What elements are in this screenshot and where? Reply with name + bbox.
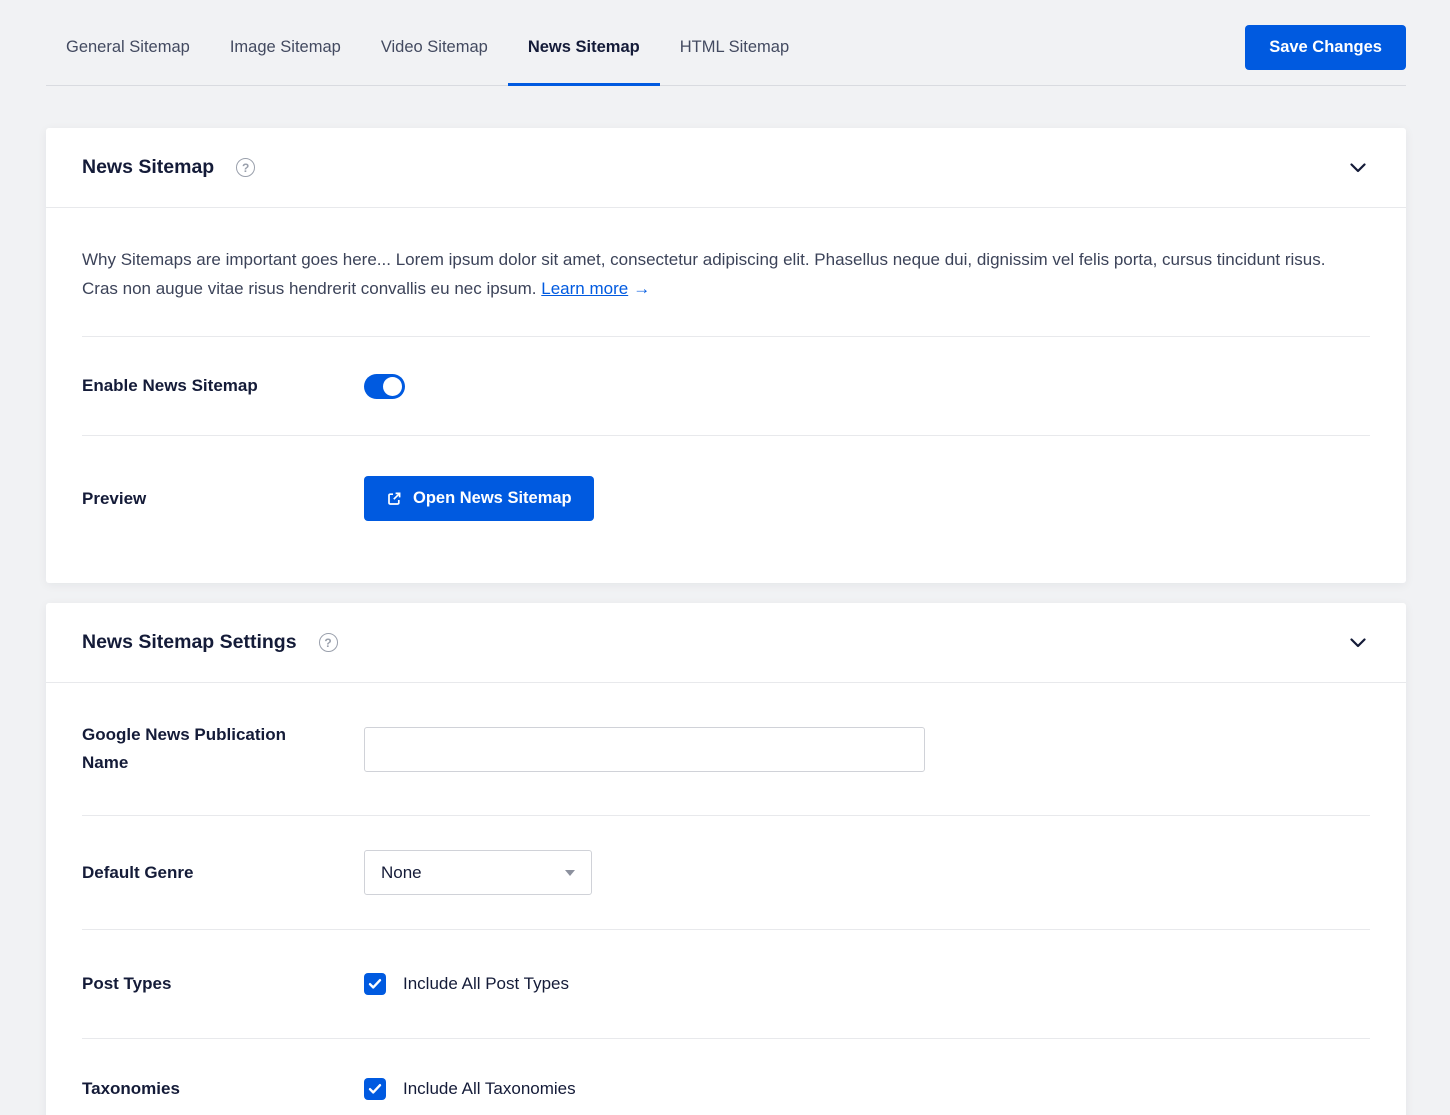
tab-news-sitemap[interactable]: News Sitemap — [508, 10, 660, 85]
enable-news-sitemap-row: Enable News Sitemap — [46, 337, 1406, 435]
publication-name-input[interactable] — [364, 727, 925, 772]
card-collapse-button[interactable] — [1346, 634, 1370, 652]
default-genre-select[interactable]: None — [364, 850, 592, 895]
preview-row: Preview Open News Sitemap — [46, 436, 1406, 583]
save-changes-button[interactable]: Save Changes — [1245, 25, 1406, 70]
learn-more-link[interactable]: Learn more — [541, 279, 628, 298]
news-sitemap-card: News Sitemap ? Why Sitemaps are importan… — [46, 128, 1406, 583]
row-label: Post Types — [82, 970, 364, 998]
card-description: Why Sitemaps are important goes here... … — [46, 208, 1406, 336]
card-collapse-button[interactable] — [1346, 159, 1370, 177]
tab-label: General Sitemap — [66, 38, 190, 57]
card-title: News Sitemap Settings — [82, 631, 297, 654]
news-sitemap-settings-card: News Sitemap Settings ? Google News Publ… — [46, 603, 1406, 1115]
row-label: Google News Publication Name — [82, 721, 364, 777]
arrow-right-icon: → — [633, 279, 650, 298]
description-text: Why Sitemaps are important goes here... … — [82, 250, 1325, 298]
open-news-sitemap-button[interactable]: Open News Sitemap — [364, 476, 594, 521]
tab-image-sitemap[interactable]: Image Sitemap — [210, 10, 361, 85]
toggle-knob — [383, 377, 402, 396]
selected-value: None — [381, 863, 422, 883]
check-icon — [368, 978, 382, 990]
help-icon[interactable]: ? — [236, 158, 255, 177]
external-link-icon — [386, 491, 402, 507]
tab-general-sitemap[interactable]: General Sitemap — [46, 10, 210, 85]
button-label: Open News Sitemap — [413, 489, 572, 508]
taxonomies-row: Taxonomies Include All Taxonomies — [46, 1039, 1406, 1115]
row-label: Preview — [82, 485, 364, 513]
row-label: Default Genre — [82, 859, 364, 887]
tab-video-sitemap[interactable]: Video Sitemap — [361, 10, 508, 85]
enable-news-sitemap-toggle[interactable] — [364, 374, 405, 399]
tab-label: News Sitemap — [528, 38, 640, 57]
tab-html-sitemap[interactable]: HTML Sitemap — [660, 10, 809, 85]
help-icon[interactable]: ? — [319, 633, 338, 652]
publication-name-row: Google News Publication Name — [46, 683, 1406, 815]
news-sitemap-card-header: News Sitemap ? — [46, 128, 1406, 208]
check-icon — [368, 1083, 382, 1095]
tab-label: Video Sitemap — [381, 38, 488, 57]
settings-card-header: News Sitemap Settings ? — [46, 603, 1406, 683]
checkbox-label: Include All Taxonomies — [403, 1079, 576, 1099]
include-all-taxonomies-checkbox[interactable] — [364, 1078, 386, 1100]
chevron-down-icon — [1350, 163, 1366, 173]
post-types-row: Post Types Include All Post Types — [46, 930, 1406, 1038]
sitemap-settings-page: General Sitemap Image Sitemap Video Site… — [0, 0, 1450, 1115]
tab-label: HTML Sitemap — [680, 38, 789, 57]
default-genre-row: Default Genre None — [46, 816, 1406, 929]
checkbox-label: Include All Post Types — [403, 974, 569, 994]
include-all-post-types-checkbox[interactable] — [364, 973, 386, 995]
row-label: Enable News Sitemap — [82, 372, 364, 400]
sitemap-tabbar: General Sitemap Image Sitemap Video Site… — [46, 0, 1406, 86]
caret-down-icon — [565, 870, 575, 876]
chevron-down-icon — [1350, 638, 1366, 648]
card-title: News Sitemap — [82, 156, 214, 179]
tab-label: Image Sitemap — [230, 38, 341, 57]
row-label: Taxonomies — [82, 1075, 364, 1103]
